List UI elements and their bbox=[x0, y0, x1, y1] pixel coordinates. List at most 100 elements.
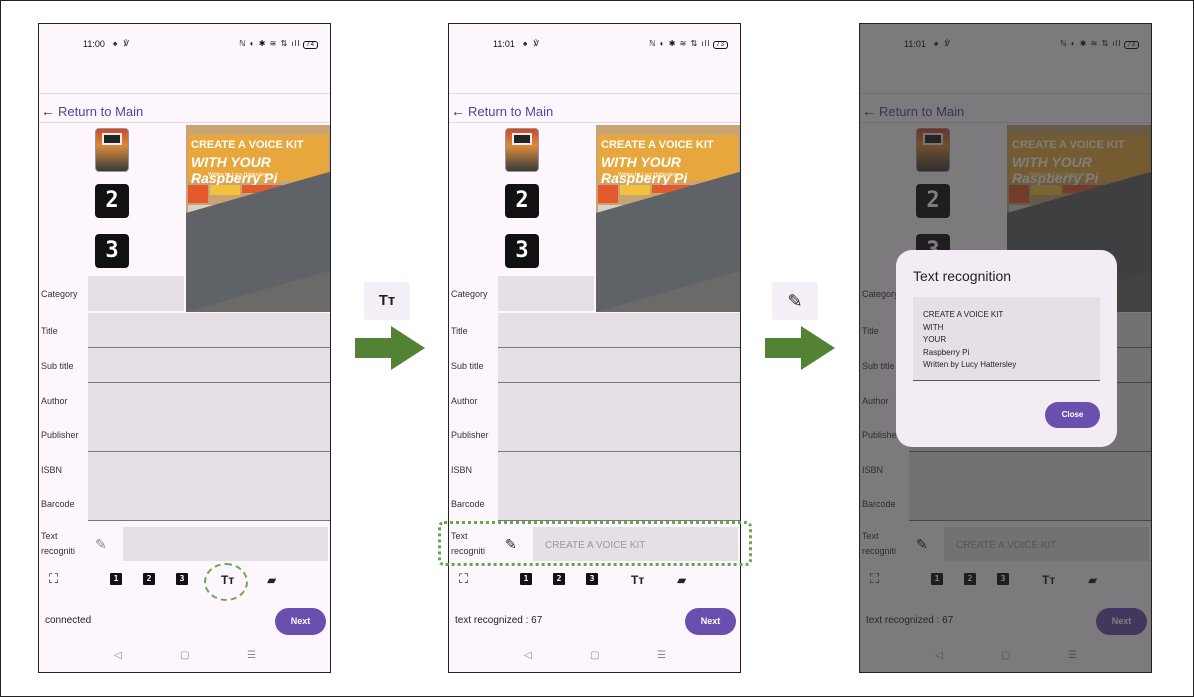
return-to-main-link[interactable]: ←Return to Main bbox=[451, 103, 553, 119]
pencil-icon: ✎ bbox=[772, 282, 818, 320]
field-label: Sub title bbox=[451, 361, 484, 371]
arrow-left-icon: ← bbox=[41, 103, 55, 119]
barcode-field[interactable]: Barcode bbox=[449, 486, 740, 521]
isbn-field[interactable]: ISBN bbox=[39, 452, 330, 487]
thumbnail-2-label: 2 bbox=[515, 188, 529, 213]
category-field[interactable]: Category bbox=[39, 276, 330, 311]
system-nav-bar: ◁ ▢ ☰ bbox=[449, 650, 740, 670]
thumbnail-2-label: 2 bbox=[105, 188, 119, 213]
close-button[interactable]: Close bbox=[1045, 402, 1100, 428]
image-3-button[interactable]: 3 bbox=[586, 573, 598, 585]
scan-frame-icon[interactable]: ⛶ bbox=[49, 571, 58, 587]
phone-screen-3: 11:01 ♠ ℣ ℕ ◐ ✱ ≋ ⇅ ıll73 ←Return to Mai… bbox=[859, 23, 1152, 673]
field-label: Publisher bbox=[41, 430, 79, 440]
field-label: Barcode bbox=[451, 499, 485, 509]
text-recognition-label: Text recogniti bbox=[41, 531, 76, 556]
author-field[interactable]: Author bbox=[449, 383, 740, 418]
step-arrow-icon bbox=[765, 326, 835, 370]
nav-back-icon[interactable]: ◁ bbox=[114, 650, 122, 661]
title-field[interactable]: Title bbox=[39, 313, 330, 348]
image-thumbnail-2[interactable]: 2 bbox=[95, 184, 129, 218]
author-input[interactable] bbox=[88, 383, 330, 418]
recognized-text-area[interactable]: CREATE A VOICE KIT WITH YOUR Raspberry P… bbox=[913, 297, 1100, 381]
image-2-button[interactable]: 2 bbox=[143, 573, 155, 585]
isbn-input[interactable] bbox=[88, 452, 330, 487]
publisher-input[interactable] bbox=[88, 417, 330, 452]
phone-screen-2: 11:01 ♠ ℣ ℕ ◐ ✱ ≋ ⇅ ıll 73 ← Return to Mai… bbox=[448, 23, 741, 673]
image-thumbnail-1[interactable] bbox=[505, 128, 539, 172]
image-2-button[interactable]: 2 bbox=[553, 573, 565, 585]
barcode-scanner-icon[interactable]: ▰ bbox=[267, 573, 276, 587]
text-recognition-button[interactable]: Tт bbox=[631, 573, 644, 587]
text-recognition-input[interactable] bbox=[123, 527, 328, 561]
field-label: Publisher bbox=[451, 430, 489, 440]
category-field[interactable]: Category bbox=[449, 276, 740, 311]
subtitle-input[interactable] bbox=[88, 348, 330, 383]
status-message: text recognized : 67 bbox=[455, 615, 543, 626]
publisher-input[interactable] bbox=[498, 417, 740, 452]
author-input[interactable] bbox=[498, 383, 740, 418]
camera-text-line-3: Written by Lucy Hattersley bbox=[618, 172, 677, 178]
image-1-button[interactable]: 1 bbox=[520, 573, 532, 585]
highlight-text-row bbox=[438, 521, 752, 566]
field-label: Category bbox=[41, 289, 78, 299]
publisher-field[interactable]: Publisher bbox=[449, 417, 740, 452]
text-recognition-icon: Tт bbox=[364, 282, 410, 320]
title-input[interactable] bbox=[88, 313, 330, 348]
nav-recents-icon[interactable]: ☰ bbox=[247, 650, 256, 661]
image-3-button[interactable]: 3 bbox=[176, 573, 188, 585]
camera-text-line-1: CREATE A VOICE KIT bbox=[191, 139, 304, 151]
image-thumbnail-3[interactable]: 3 bbox=[95, 234, 129, 268]
nav-back-icon[interactable]: ◁ bbox=[524, 650, 532, 661]
field-label: Author bbox=[451, 396, 478, 406]
dialog-title: Text recognition bbox=[913, 268, 1012, 284]
subtitle-field[interactable]: Sub title bbox=[449, 348, 740, 383]
category-input[interactable] bbox=[88, 276, 184, 311]
subtitle-input[interactable] bbox=[498, 348, 740, 383]
text-recognition-row: Text recogniti ✎ bbox=[39, 525, 330, 565]
clock: 11:01 bbox=[493, 39, 515, 49]
next-button[interactable]: Next bbox=[685, 608, 736, 635]
camera-text-line-3: Written by Lucy Hattersley bbox=[208, 172, 267, 178]
nav-home-icon[interactable]: ▢ bbox=[180, 650, 189, 661]
field-label: Sub title bbox=[41, 361, 74, 371]
image-thumbnail-3[interactable]: 3 bbox=[505, 234, 539, 268]
camera-text-line-1: CREATE A VOICE KIT bbox=[601, 139, 714, 151]
barcode-input[interactable] bbox=[498, 486, 740, 521]
field-label: Category bbox=[451, 289, 488, 299]
phone-screen-1: 11:00 ♠ ℣ ℕ ◐ ✱ ≋ ⇅ ıll 74 ← Return to Mai… bbox=[38, 23, 331, 673]
field-label: Title bbox=[451, 326, 468, 336]
barcode-input[interactable] bbox=[88, 486, 330, 521]
title-field[interactable]: Title bbox=[449, 313, 740, 348]
notification-icons: ♠ ℣ bbox=[113, 39, 131, 48]
text-recognition-dialog: Text recognition CREATE A VOICE KIT WITH … bbox=[896, 250, 1117, 447]
battery-icon: 74 bbox=[303, 41, 318, 49]
next-button[interactable]: Next bbox=[275, 608, 326, 635]
scan-frame-icon[interactable]: ⛶ bbox=[459, 571, 468, 587]
system-icons: ℕ ◐ ✱ ≋ ⇅ ıll73 bbox=[649, 39, 728, 49]
status-bar: 11:01 ♠ ℣ ℕ ◐ ✱ ≋ ⇅ ıll73 bbox=[449, 24, 740, 64]
thumbnail-3-label: 3 bbox=[515, 238, 529, 263]
nav-recents-icon[interactable]: ☰ bbox=[657, 650, 666, 661]
isbn-field[interactable]: ISBN bbox=[449, 452, 740, 487]
image-thumbnail-2[interactable]: 2 bbox=[505, 184, 539, 218]
nav-home-icon[interactable]: ▢ bbox=[590, 650, 599, 661]
image-1-button[interactable]: 1 bbox=[110, 573, 122, 585]
return-to-main-label: Return to Main bbox=[58, 103, 144, 119]
title-input[interactable] bbox=[498, 313, 740, 348]
publisher-field[interactable]: Publisher bbox=[39, 417, 330, 452]
return-to-main-link[interactable]: ←Return to Main bbox=[41, 103, 143, 119]
category-input[interactable] bbox=[498, 276, 594, 311]
step-arrow-icon bbox=[355, 326, 425, 370]
subtitle-field[interactable]: Sub title bbox=[39, 348, 330, 383]
image-thumbnail-1[interactable] bbox=[95, 128, 129, 172]
highlight-text-tool bbox=[204, 563, 248, 601]
field-label: Title bbox=[41, 326, 58, 336]
system-nav-bar: ◁ ▢ ☰ bbox=[39, 650, 330, 670]
field-label: ISBN bbox=[451, 465, 473, 475]
pencil-icon[interactable]: ✎ bbox=[95, 536, 107, 553]
barcode-scanner-icon[interactable]: ▰ bbox=[677, 573, 686, 587]
author-field[interactable]: Author bbox=[39, 383, 330, 418]
barcode-field[interactable]: Barcode bbox=[39, 486, 330, 521]
isbn-input[interactable] bbox=[498, 452, 740, 487]
